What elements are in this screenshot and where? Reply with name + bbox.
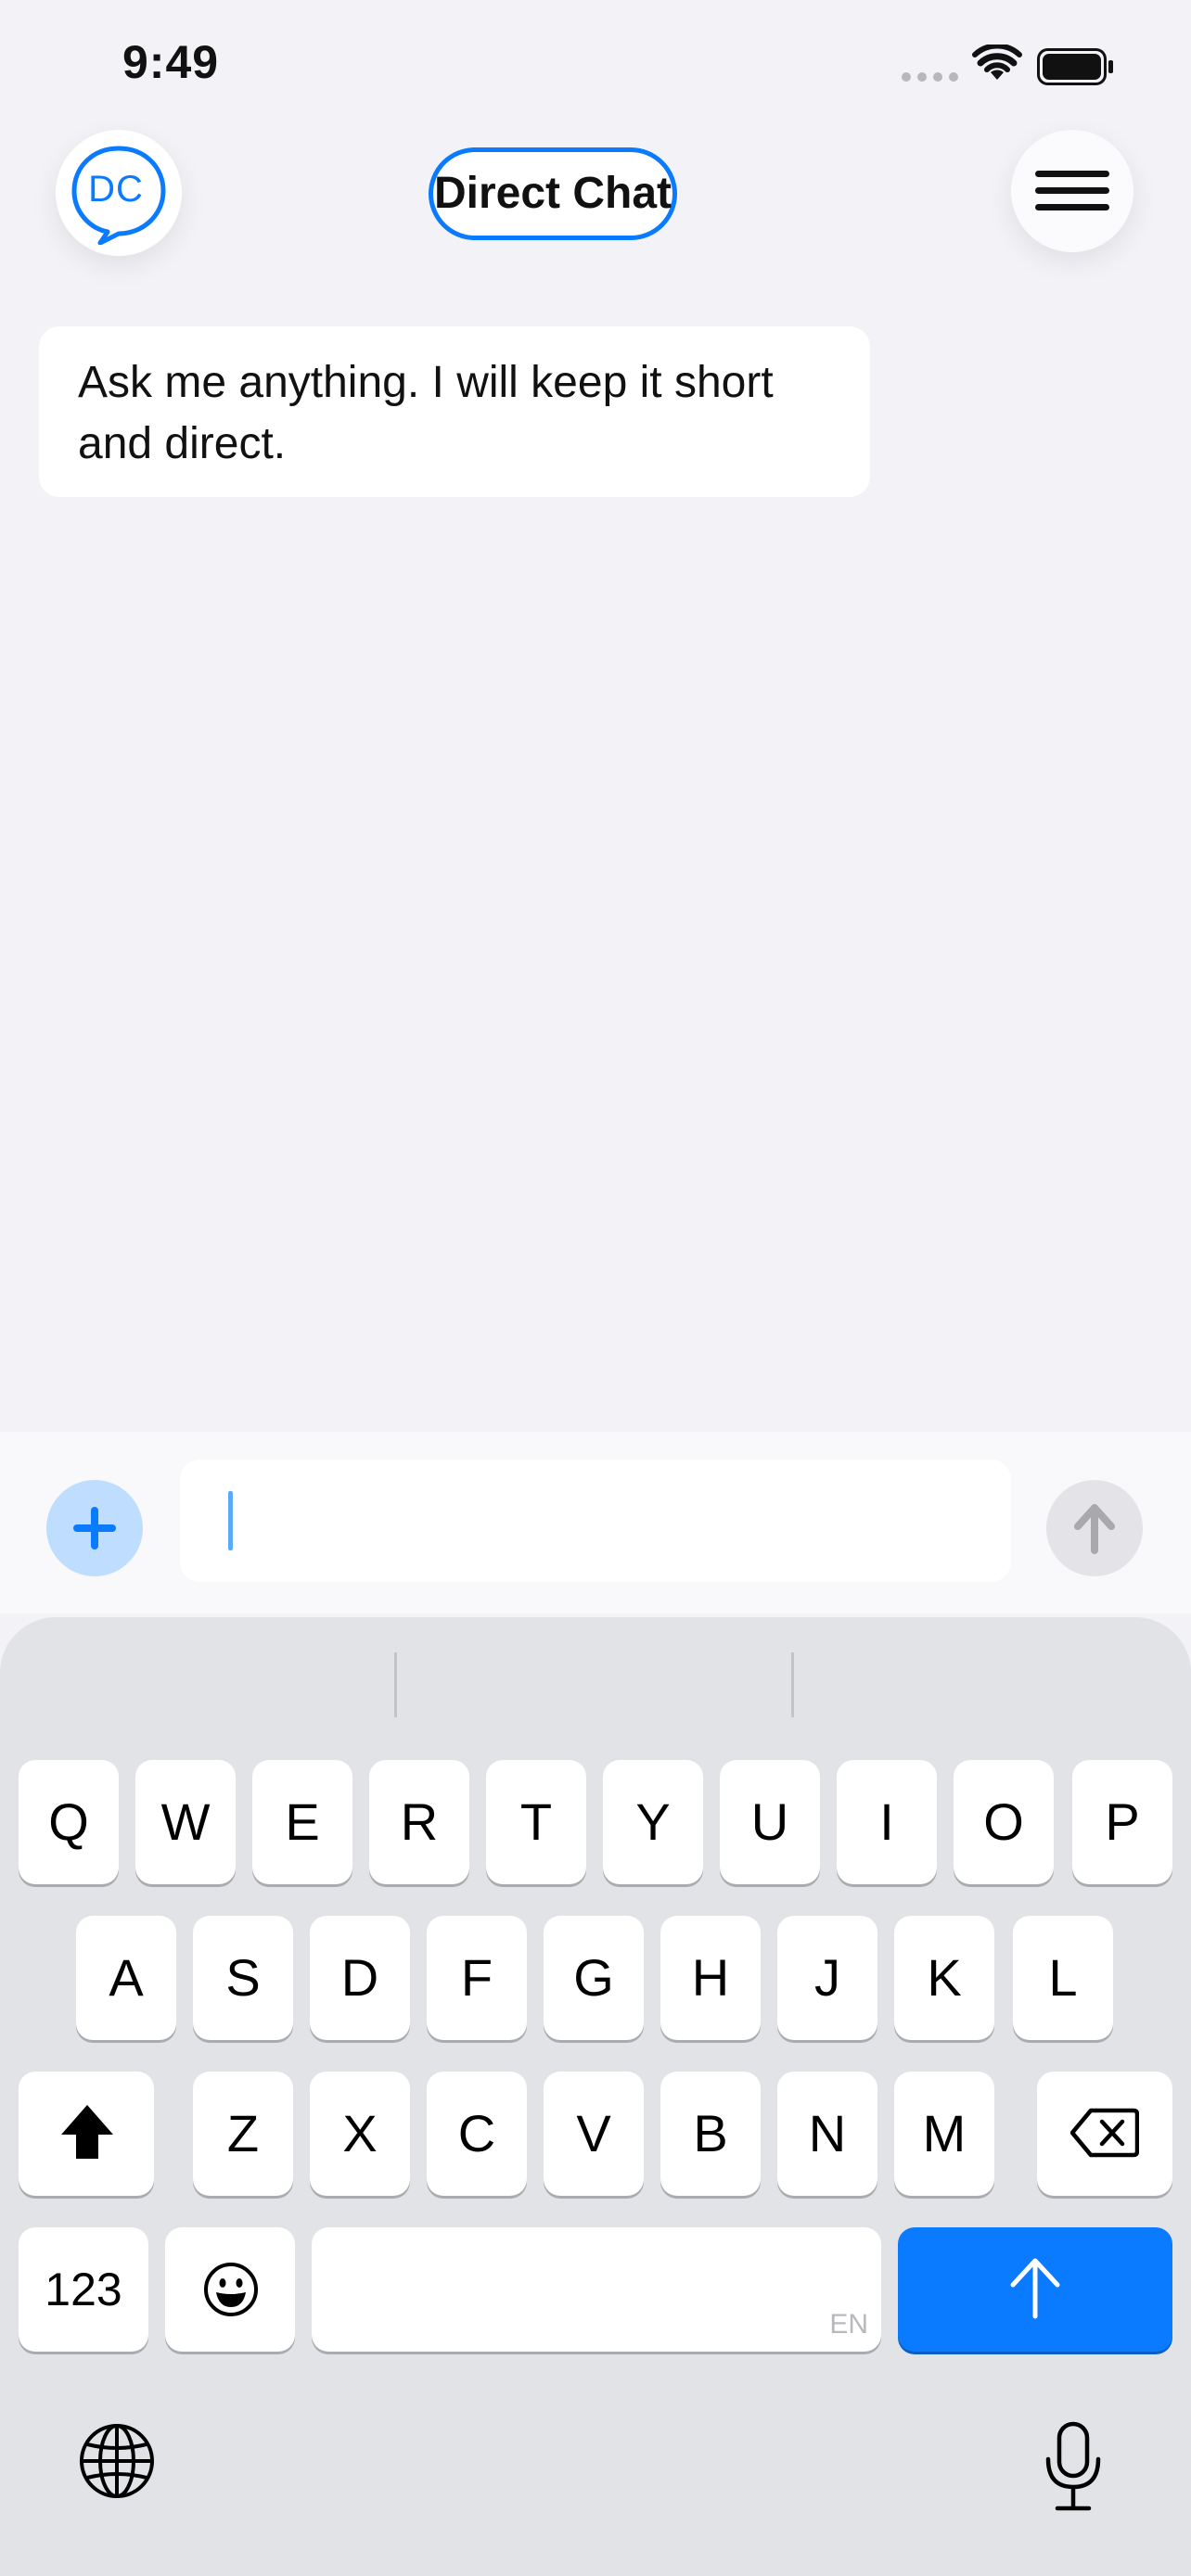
- key-j[interactable]: J: [777, 1916, 877, 2040]
- key-c[interactable]: C: [427, 2072, 527, 2196]
- key-k[interactable]: K: [894, 1916, 994, 2040]
- key-m[interactable]: M: [894, 2072, 994, 2196]
- text-cursor: [228, 1491, 233, 1550]
- message-input[interactable]: [180, 1460, 1011, 1582]
- key-w[interactable]: W: [135, 1760, 236, 1884]
- cellular-signal-icon: [902, 72, 959, 83]
- menu-button[interactable]: [1011, 130, 1133, 252]
- key-t[interactable]: T: [486, 1760, 586, 1884]
- send-button[interactable]: [1046, 1480, 1143, 1576]
- backspace-icon: [1070, 2108, 1139, 2158]
- prediction-divider: [394, 1652, 397, 1717]
- key-o[interactable]: O: [954, 1760, 1054, 1884]
- microphone-icon[interactable]: [1043, 2420, 1104, 2513]
- key-q[interactable]: Q: [19, 1760, 119, 1884]
- key-i[interactable]: I: [837, 1760, 937, 1884]
- key-d[interactable]: D: [310, 1916, 410, 2040]
- return-key[interactable]: [898, 2227, 1172, 2352]
- status-time: 9:49: [122, 36, 220, 88]
- wifi-icon: [972, 45, 1022, 80]
- attach-button[interactable]: [46, 1480, 143, 1576]
- key-p[interactable]: P: [1072, 1760, 1172, 1884]
- avatar-initials: DC: [88, 169, 144, 210]
- key-h[interactable]: H: [660, 1916, 761, 2040]
- key-a[interactable]: A: [76, 1916, 176, 2040]
- assistant-message-bubble: Ask me anything. I will keep it short an…: [39, 326, 870, 497]
- key-y[interactable]: Y: [603, 1760, 703, 1884]
- emoji-icon: [204, 2263, 258, 2316]
- emoji-key[interactable]: [165, 2227, 295, 2352]
- space-bar[interactable]: EN: [312, 2227, 881, 2352]
- key-z[interactable]: Z: [193, 2072, 293, 2196]
- key-s[interactable]: S: [193, 1916, 293, 2040]
- key-l[interactable]: L: [1013, 1916, 1113, 2040]
- key-v[interactable]: V: [544, 2072, 644, 2196]
- key-r[interactable]: R: [369, 1760, 469, 1884]
- plus-icon: [73, 1507, 116, 1549]
- shift-key[interactable]: [19, 2072, 154, 2196]
- chat-title[interactable]: Direct Chat: [429, 147, 677, 240]
- key-e[interactable]: E: [252, 1760, 352, 1884]
- key-f[interactable]: F: [427, 1916, 527, 2040]
- battery-icon: [1037, 48, 1113, 85]
- key-u[interactable]: U: [720, 1760, 820, 1884]
- delete-key[interactable]: [1037, 2072, 1172, 2196]
- arrow-up-icon: [1074, 1504, 1115, 1554]
- chat-avatar-button[interactable]: DC: [56, 130, 182, 256]
- key-n[interactable]: N: [777, 2072, 877, 2196]
- message-text: Ask me anything. I will keep it short an…: [78, 358, 774, 468]
- shift-icon: [61, 2105, 113, 2159]
- globe-icon[interactable]: [78, 2422, 156, 2500]
- arrow-up-icon: [1010, 2258, 1060, 2319]
- keyboard-language-label: EN: [829, 2309, 868, 2340]
- key-x[interactable]: X: [310, 2072, 410, 2196]
- numbers-key[interactable]: 123: [19, 2227, 148, 2352]
- key-b[interactable]: B: [660, 2072, 761, 2196]
- prediction-divider: [791, 1652, 794, 1717]
- key-g[interactable]: G: [544, 1916, 644, 2040]
